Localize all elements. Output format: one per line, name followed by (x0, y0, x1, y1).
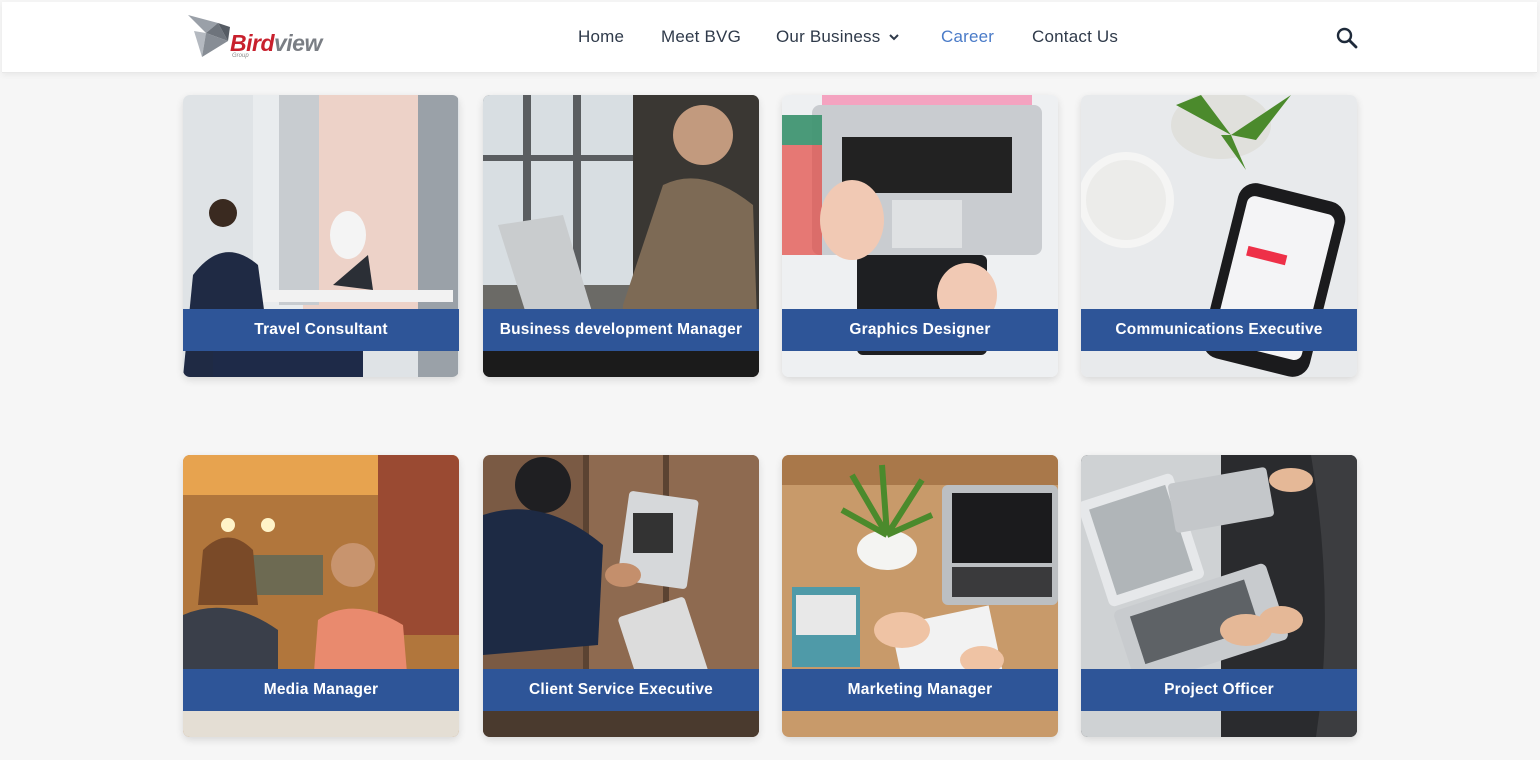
career-title: Graphics Designer (782, 309, 1058, 351)
career-card-project-officer[interactable]: Project Officer (1081, 455, 1357, 737)
career-title: Communications Executive (1081, 309, 1357, 351)
career-title: Project Officer (1081, 669, 1357, 711)
career-title: Marketing Manager (782, 669, 1058, 711)
logo-subtext: Group (232, 53, 249, 59)
career-card-travel-consultant[interactable]: Travel Consultant (183, 95, 459, 377)
nav-our-business[interactable]: Our Business (776, 27, 900, 47)
career-card-marketing-manager[interactable]: Marketing Manager (782, 455, 1058, 737)
nav-meet-bvg[interactable]: Meet BVG (661, 27, 741, 47)
nav-our-business-label: Our Business (776, 27, 881, 46)
nav-contact-us[interactable]: Contact Us (1032, 27, 1118, 47)
career-card-media-manager[interactable]: Media Manager (183, 455, 459, 737)
site-header: Birdview Group Home Meet BVG Our Busines… (2, 2, 1537, 73)
career-card-communications-executive[interactable]: Communications Executive (1081, 95, 1357, 377)
chevron-down-icon (889, 34, 900, 41)
career-title: Media Manager (183, 669, 459, 711)
birdview-logo[interactable]: Birdview Group (184, 13, 334, 63)
nav-home[interactable]: Home (578, 27, 624, 47)
career-card-client-service-executive[interactable]: Client Service Executive (483, 455, 759, 737)
career-title: Business development Manager (483, 309, 759, 351)
career-title: Travel Consultant (183, 309, 459, 351)
career-card-business-development-manager[interactable]: Business development Manager (483, 95, 759, 377)
career-title: Client Service Executive (483, 669, 759, 711)
career-card-graphics-designer[interactable]: Graphics Designer (782, 95, 1058, 377)
search-icon[interactable] (1335, 26, 1359, 50)
logo-wordmark-grey: view (274, 30, 322, 56)
nav-career[interactable]: Career (941, 27, 994, 47)
